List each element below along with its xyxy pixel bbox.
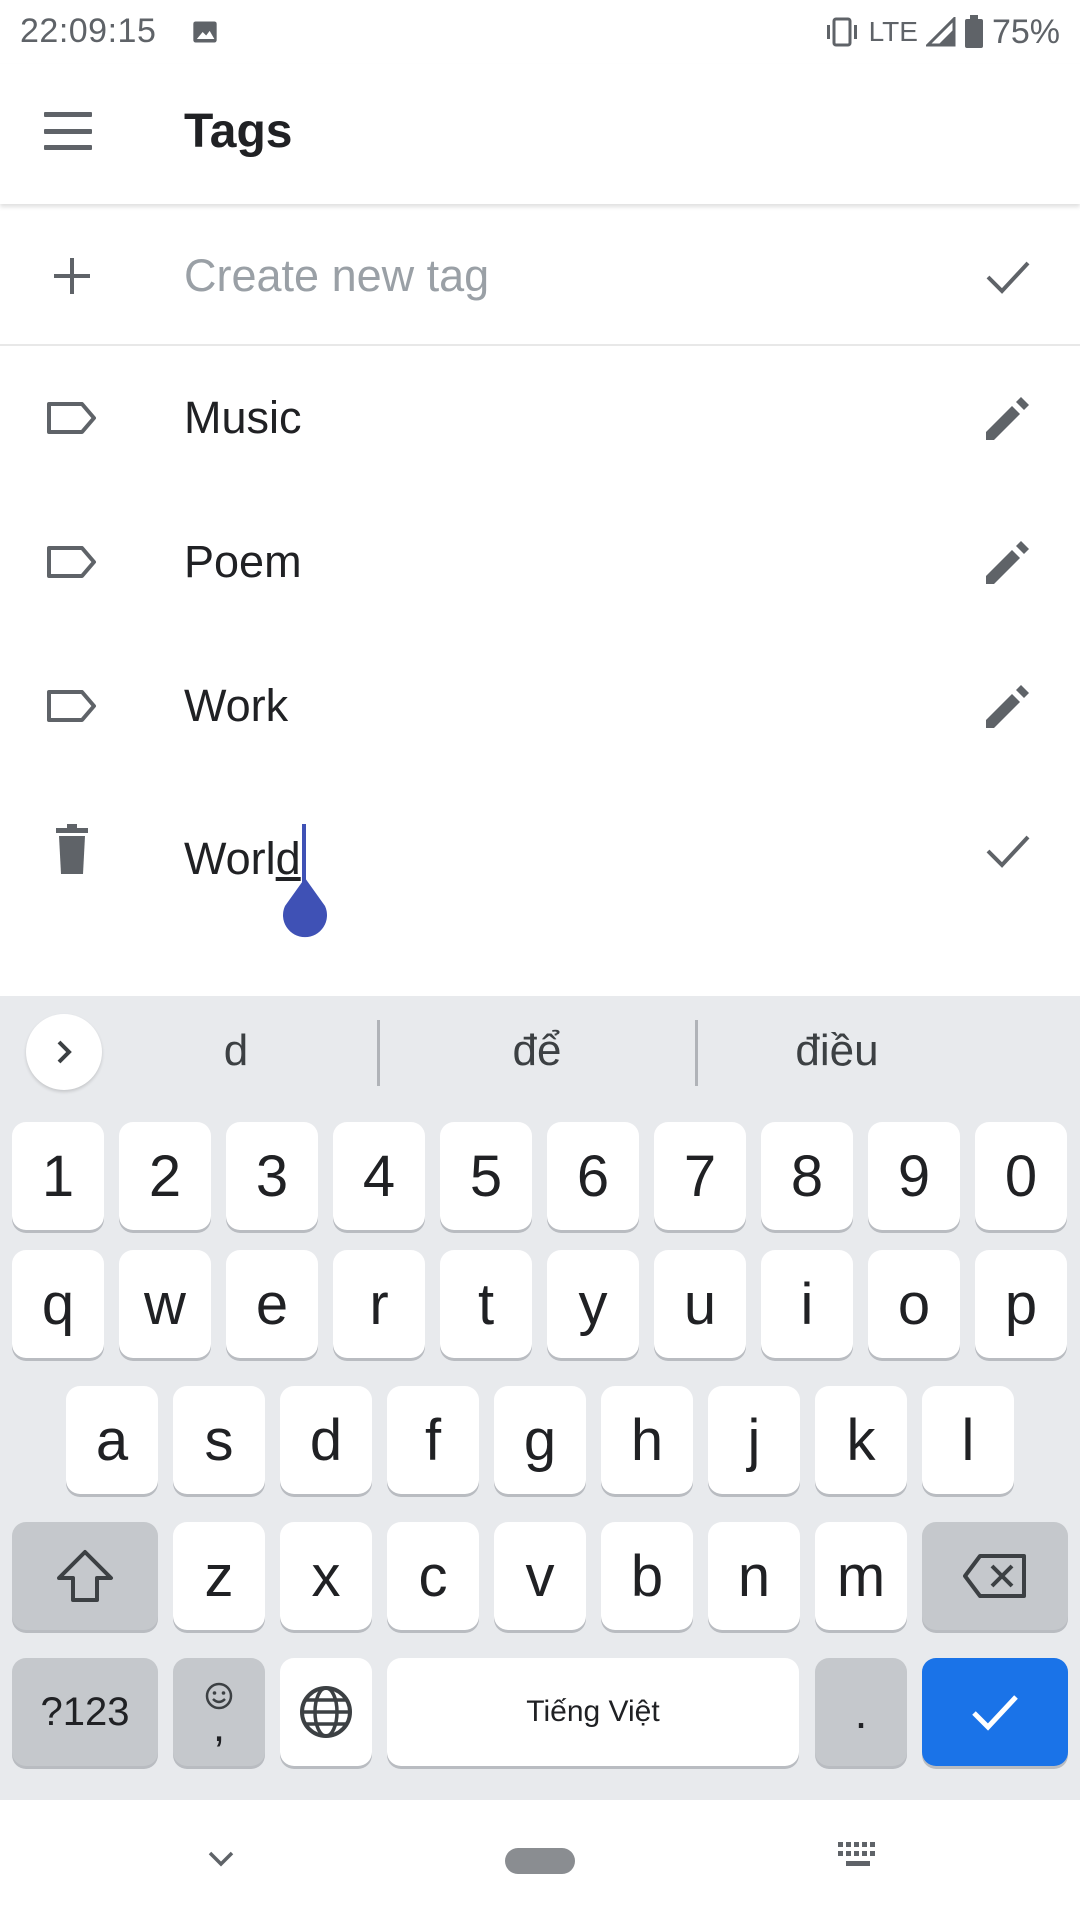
key-j[interactable]: j bbox=[708, 1386, 800, 1494]
key-5[interactable]: 5 bbox=[440, 1122, 532, 1230]
key-u[interactable]: u bbox=[654, 1250, 746, 1358]
key-o[interactable]: o bbox=[868, 1250, 960, 1358]
key-r[interactable]: r bbox=[333, 1250, 425, 1358]
trash-icon[interactable] bbox=[40, 822, 104, 878]
comma-label: , bbox=[212, 1702, 226, 1751]
suggestion-bar: d để điều bbox=[0, 996, 1080, 1110]
tag-row[interactable]: Poem bbox=[0, 490, 1080, 634]
key-b[interactable]: b bbox=[601, 1522, 693, 1630]
status-bar: 22:09:15 LTE 75% bbox=[0, 0, 1080, 64]
edit-pencil-icon[interactable] bbox=[976, 674, 1040, 738]
key-h[interactable]: h bbox=[601, 1386, 693, 1494]
check-icon[interactable] bbox=[976, 818, 1040, 882]
key-d[interactable]: d bbox=[280, 1386, 372, 1494]
suggestion-3[interactable]: điều bbox=[707, 1026, 967, 1076]
key-n[interactable]: n bbox=[708, 1522, 800, 1630]
suggestion-divider bbox=[695, 1020, 698, 1086]
key-e[interactable]: e bbox=[226, 1250, 318, 1358]
chevron-down-icon[interactable] bbox=[206, 1844, 236, 1874]
key-s[interactable]: s bbox=[173, 1386, 265, 1494]
symbols-key[interactable]: ?123 bbox=[12, 1658, 158, 1766]
text-cursor bbox=[301, 824, 306, 884]
battery-icon bbox=[964, 15, 983, 48]
tag-outline-icon bbox=[47, 690, 96, 722]
edit-pencil-icon[interactable] bbox=[976, 386, 1040, 450]
signal-icon bbox=[925, 17, 956, 47]
tag-label: Music bbox=[184, 392, 302, 443]
key-t[interactable]: t bbox=[440, 1250, 532, 1358]
page-title: Tags bbox=[184, 105, 293, 158]
language-key[interactable] bbox=[280, 1658, 372, 1766]
space-key[interactable]: Tiếng Việt bbox=[387, 1658, 799, 1766]
status-time: 22:09:15 bbox=[20, 12, 157, 50]
key-q[interactable]: q bbox=[12, 1250, 104, 1358]
text-selection-handle[interactable] bbox=[279, 876, 331, 942]
suggestion-2[interactable]: để bbox=[407, 1026, 667, 1076]
key-8[interactable]: 8 bbox=[761, 1122, 853, 1230]
navigation-bar bbox=[0, 1800, 1080, 1920]
edit-pencil-icon[interactable] bbox=[976, 530, 1040, 594]
key-1[interactable]: 1 bbox=[12, 1122, 104, 1230]
key-g[interactable]: g bbox=[494, 1386, 586, 1494]
key-m[interactable]: m bbox=[815, 1522, 907, 1630]
shift-key[interactable] bbox=[12, 1522, 158, 1630]
key-2[interactable]: 2 bbox=[119, 1122, 211, 1230]
home-pill[interactable] bbox=[505, 1848, 575, 1874]
key-4[interactable]: 4 bbox=[333, 1122, 425, 1230]
key-p[interactable]: p bbox=[975, 1250, 1067, 1358]
check-icon[interactable] bbox=[976, 244, 1040, 308]
key-6[interactable]: 6 bbox=[547, 1122, 639, 1230]
backspace-key[interactable] bbox=[922, 1522, 1068, 1630]
key-0[interactable]: 0 bbox=[975, 1122, 1067, 1230]
key-v[interactable]: v bbox=[494, 1522, 586, 1630]
keyboard-switch-icon[interactable] bbox=[836, 1840, 880, 1876]
globe-icon bbox=[300, 1686, 352, 1738]
done-key[interactable] bbox=[922, 1658, 1068, 1766]
image-notification-icon bbox=[193, 21, 217, 43]
create-tag-row: Create new tag bbox=[0, 204, 1080, 346]
key-z[interactable]: z bbox=[173, 1522, 265, 1630]
tag-edit-text: Worl bbox=[184, 833, 276, 884]
key-7[interactable]: 7 bbox=[654, 1122, 746, 1230]
shift-arrow-icon bbox=[57, 1550, 113, 1602]
tag-row[interactable]: Work bbox=[0, 634, 1080, 778]
backspace-icon bbox=[963, 1554, 1026, 1598]
key-f[interactable]: f bbox=[387, 1386, 479, 1494]
key-3[interactable]: 3 bbox=[226, 1122, 318, 1230]
key-w[interactable]: w bbox=[119, 1250, 211, 1358]
expand-toolbar-button[interactable] bbox=[26, 1014, 102, 1090]
suggestion-1[interactable]: d bbox=[106, 1026, 366, 1076]
tag-label: Poem bbox=[184, 536, 302, 587]
vibrate-icon bbox=[826, 17, 857, 47]
tag-row[interactable]: Music bbox=[0, 346, 1080, 490]
key-a[interactable]: a bbox=[66, 1386, 158, 1494]
key-c[interactable]: c bbox=[387, 1522, 479, 1630]
hamburger-menu-icon[interactable] bbox=[38, 106, 98, 156]
key-9[interactable]: 9 bbox=[868, 1122, 960, 1230]
key-k[interactable]: k bbox=[815, 1386, 907, 1494]
tag-outline-icon bbox=[47, 546, 96, 578]
create-tag-input[interactable]: Create new tag bbox=[184, 250, 489, 302]
tag-label: Work bbox=[184, 680, 289, 731]
period-key[interactable]: . bbox=[815, 1658, 907, 1766]
soft-keyboard: d để điều 1 2 3 4 5 6 7 8 9 0 q w e r t … bbox=[0, 996, 1080, 1800]
key-y[interactable]: y bbox=[547, 1250, 639, 1358]
editing-tag-row: World bbox=[0, 778, 1080, 922]
emoji-comma-key[interactable]: , bbox=[173, 1658, 265, 1766]
plus-icon bbox=[54, 258, 90, 294]
key-i[interactable]: i bbox=[761, 1250, 853, 1358]
check-icon bbox=[972, 1695, 1018, 1731]
key-x[interactable]: x bbox=[280, 1522, 372, 1630]
suggestion-divider bbox=[377, 1020, 380, 1086]
battery-percent: 75% bbox=[991, 12, 1060, 51]
app-bar: Tags bbox=[0, 64, 1080, 204]
network-type: LTE bbox=[868, 16, 918, 47]
key-l[interactable]: l bbox=[922, 1386, 1014, 1494]
tag-outline-icon bbox=[47, 402, 96, 434]
chevron-right-icon bbox=[57, 1040, 72, 1064]
